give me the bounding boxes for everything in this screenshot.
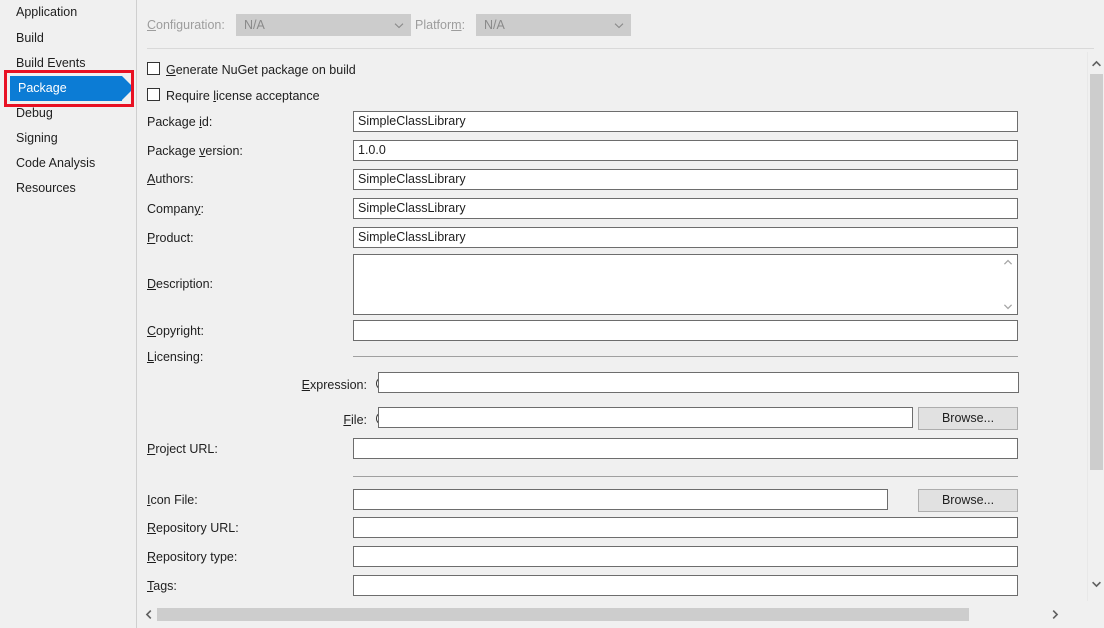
package-id-input[interactable]: SimpleClassLibrary	[353, 111, 1018, 132]
licensing-label: Licensing:	[147, 350, 203, 364]
repository-type-input[interactable]	[353, 546, 1018, 567]
repository-url-input[interactable]	[353, 517, 1018, 538]
chevron-down-icon	[614, 21, 623, 30]
sidebar-item-label: Application	[16, 5, 77, 19]
platform-dropdown[interactable]: N/A	[476, 14, 631, 36]
expression-input[interactable]	[378, 372, 1019, 393]
expression-label: Expression:	[237, 378, 367, 392]
description-label: Description:	[147, 277, 213, 291]
scrollbar-corner	[1087, 601, 1104, 628]
section-divider	[353, 476, 1018, 477]
platform-value: N/A	[484, 18, 505, 32]
company-input[interactable]: SimpleClassLibrary	[353, 198, 1018, 219]
scroll-up-icon[interactable]	[1088, 55, 1104, 73]
sidebar-item-application[interactable]: Application	[0, 0, 137, 25]
copyright-input[interactable]	[353, 320, 1018, 341]
sidebar-item-code-analysis[interactable]: Code Analysis	[0, 151, 137, 176]
sidebar-item-label: Code Analysis	[16, 156, 95, 170]
properties-category-sidebar: Application Build Build Events Package D…	[0, 0, 137, 628]
scroll-down-icon[interactable]	[1088, 575, 1104, 593]
icon-file-label: Icon File:	[147, 493, 198, 507]
sidebar-item-build[interactable]: Build	[0, 26, 137, 51]
browse-button-label: Browse...	[942, 411, 994, 425]
description-scrollbar[interactable]	[1000, 256, 1016, 313]
sidebar-item-label: Resources	[16, 181, 76, 195]
package-version-input[interactable]: 1.0.0	[353, 140, 1018, 161]
sidebar-item-label: Build Events	[16, 56, 85, 70]
sidebar-item-signing[interactable]: Signing	[0, 126, 137, 151]
copyright-label: Copyright:	[147, 324, 204, 338]
icon-file-input[interactable]	[353, 489, 888, 510]
generate-nuget-package-checkbox[interactable]	[147, 62, 160, 75]
vertical-scrollbar[interactable]	[1087, 52, 1104, 601]
configuration-dropdown[interactable]: N/A	[236, 14, 411, 36]
sidebar-item-label: Signing	[16, 131, 58, 145]
company-label: Company:	[147, 202, 204, 216]
repository-url-label: Repository URL:	[147, 521, 239, 535]
scroll-up-icon[interactable]	[1003, 259, 1013, 266]
sidebar-item-package[interactable]: Package	[0, 76, 137, 101]
generate-nuget-package-label: Generate NuGet package on build	[166, 63, 356, 77]
licensing-divider	[353, 356, 1018, 357]
package-settings-pane: Configuration: N/A Platform: N/A Generat…	[137, 0, 1104, 628]
horizontal-scrollbar[interactable]	[137, 601, 1087, 628]
configuration-toolbar: Configuration: N/A Platform: N/A	[137, 0, 1104, 49]
browse-icon-file-button[interactable]: Browse...	[918, 489, 1018, 512]
chevron-down-icon	[394, 21, 403, 30]
sidebar-item-label: Debug	[16, 106, 53, 120]
tags-input[interactable]	[353, 575, 1018, 596]
authors-input[interactable]: SimpleClassLibrary	[353, 169, 1018, 190]
project-properties-window: Application Build Build Events Package D…	[0, 0, 1104, 628]
tags-label: Tags:	[147, 579, 177, 593]
sidebar-item-resources[interactable]: Resources	[0, 176, 137, 201]
package-version-label: Package version:	[147, 144, 243, 158]
file-label: File:	[237, 413, 367, 427]
configuration-value: N/A	[244, 18, 265, 32]
horizontal-scrollbar-thumb[interactable]	[157, 608, 969, 621]
project-url-input[interactable]	[353, 438, 1018, 459]
sidebar-item-label: Build	[16, 31, 44, 45]
settings-scroll-panel: Generate NuGet package on build Require …	[137, 52, 1104, 601]
authors-label: Authors:	[147, 172, 194, 186]
require-license-acceptance-checkbox[interactable]	[147, 88, 160, 101]
description-textarea[interactable]	[353, 254, 1018, 315]
scroll-right-icon[interactable]	[1046, 606, 1063, 623]
require-license-acceptance-label: Require license acceptance	[166, 89, 320, 103]
repository-type-label: Repository type:	[147, 550, 237, 564]
product-input[interactable]: SimpleClassLibrary	[353, 227, 1018, 248]
scroll-down-icon[interactable]	[1003, 303, 1013, 310]
configuration-label: Configuration:	[147, 18, 225, 32]
browse-license-file-button[interactable]: Browse...	[918, 407, 1018, 430]
toolbar-divider	[147, 48, 1094, 49]
scroll-left-icon[interactable]	[140, 606, 157, 623]
file-input[interactable]	[378, 407, 913, 428]
product-label: Product:	[147, 231, 194, 245]
package-id-label: Package id:	[147, 115, 212, 129]
platform-label: Platform:	[415, 18, 465, 32]
browse-button-label: Browse...	[942, 493, 994, 507]
vertical-scrollbar-thumb[interactable]	[1090, 74, 1103, 470]
project-url-label: Project URL:	[147, 442, 218, 456]
sidebar-item-label: Package	[18, 81, 67, 95]
